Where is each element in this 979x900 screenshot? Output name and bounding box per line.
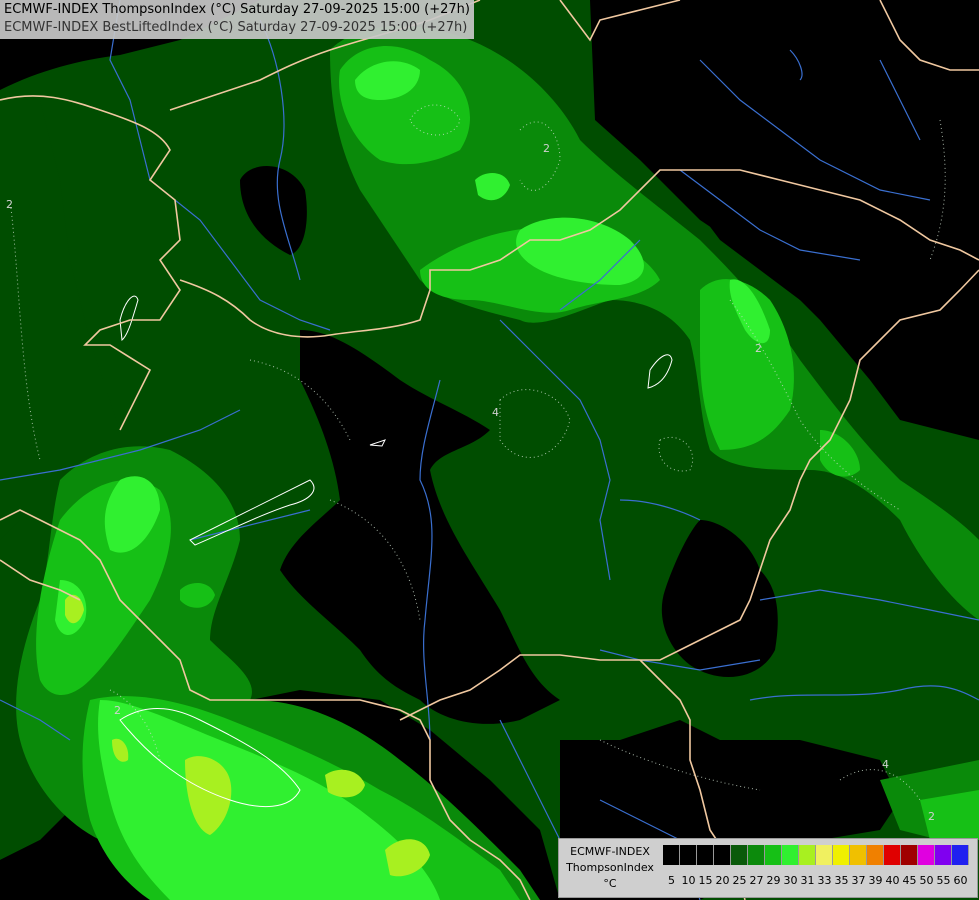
legend-swatch [799, 845, 816, 865]
legend-swatch [918, 845, 935, 865]
legend-swatch [850, 845, 867, 865]
legend-ticks: 5 10 15 20 25 27 29 30 31 33 35 37 39 40 45 50 55 60 [663, 874, 969, 888]
legend-tick: 39 [868, 874, 883, 887]
legend-tick: 15 [698, 874, 713, 887]
legend-swatch [884, 845, 901, 865]
contour-label: 2 [928, 810, 935, 823]
legend-model: ECMWF-INDEX [570, 845, 650, 858]
legend-tick: 50 [919, 874, 934, 887]
legend-unit: °C [603, 877, 617, 890]
contour-label: 4 [882, 758, 889, 771]
legend-swatch [867, 845, 884, 865]
legend-swatch [952, 845, 969, 865]
contour-label: 2 [6, 198, 13, 211]
legend-tick: 27 [749, 874, 764, 887]
legend-swatch [697, 845, 714, 865]
legend-swatch [833, 845, 850, 865]
legend-tick: 31 [800, 874, 815, 887]
legend-tick: 10 [681, 874, 696, 887]
legend-tick: 5 [668, 874, 675, 887]
legend-tick: 35 [834, 874, 849, 887]
title-line-thompson: ECMWF-INDEX ThompsonIndex (°C) Saturday … [4, 2, 470, 17]
legend-swatch [935, 845, 952, 865]
contour-label: 2 [755, 342, 762, 355]
legend-tick: 20 [715, 874, 730, 887]
contour-label: 2 [114, 704, 121, 717]
legend-swatch [765, 845, 782, 865]
contour-label: 4 [492, 406, 499, 419]
legend-tick: 60 [953, 874, 968, 887]
title-line-lifted: ECMWF-INDEX BestLiftedIndex (°C) Saturda… [4, 20, 468, 35]
weather-map: 2 2 2 4 2 4 2 ECMWF-INDEX ThompsonIndex … [0, 0, 979, 900]
legend-tick: 25 [732, 874, 747, 887]
color-legend: ECMWF-INDEX ThompsonIndex °C 5 10 15 20 25 27… [558, 838, 978, 898]
legend-parameter: ThompsonIndex [566, 861, 654, 874]
legend-tick: 55 [936, 874, 951, 887]
legend-swatch [782, 845, 799, 865]
legend-tick: 29 [766, 874, 781, 887]
title-box: ECMWF-INDEX ThompsonIndex (°C) Saturday … [0, 0, 474, 39]
legend-tick: 30 [783, 874, 798, 887]
legend-swatch [901, 845, 918, 865]
legend-swatch [680, 845, 697, 865]
map-fields: 2 2 2 4 2 4 2 [0, 0, 979, 900]
legend-swatch [816, 845, 833, 865]
legend-swatch [663, 845, 680, 865]
legend-tick: 40 [885, 874, 900, 887]
legend-swatches [663, 845, 969, 865]
legend-tick: 45 [902, 874, 917, 887]
contour-label: 2 [543, 142, 550, 155]
legend-swatch [731, 845, 748, 865]
legend-tick: 37 [851, 874, 866, 887]
legend-swatch [714, 845, 731, 865]
legend-swatch [748, 845, 765, 865]
legend-tick: 33 [817, 874, 832, 887]
